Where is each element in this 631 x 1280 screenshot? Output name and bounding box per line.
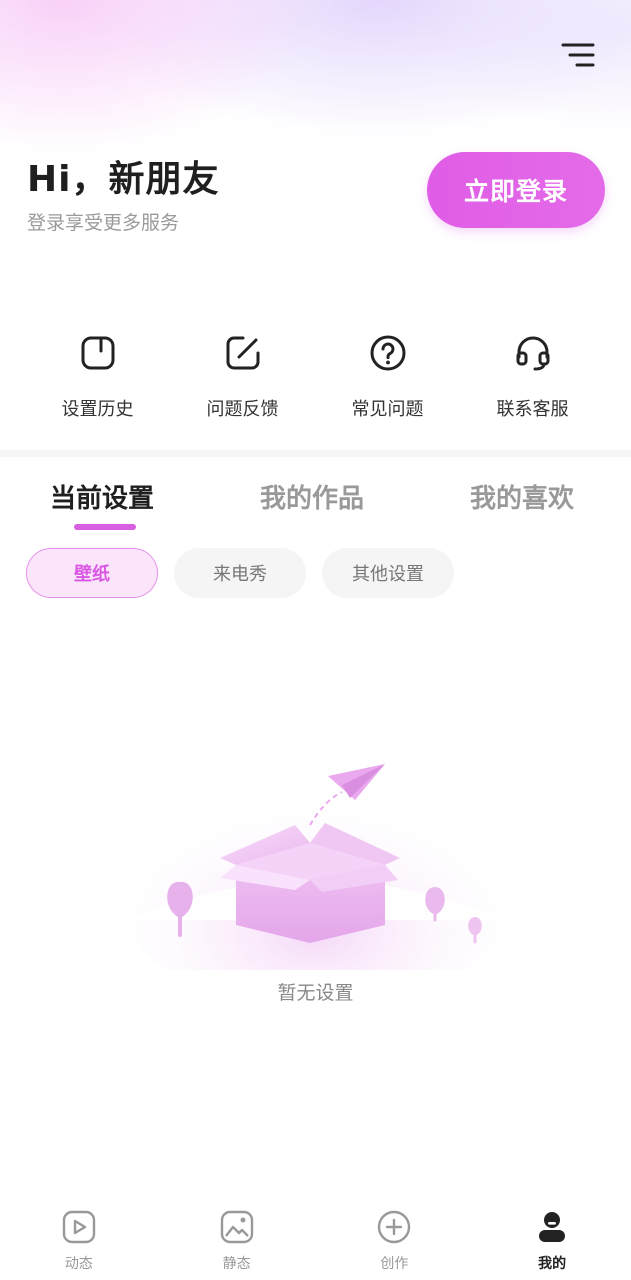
greeting-subtitle: 登录享受更多服务	[27, 212, 180, 234]
chip-call-show[interactable]: 来电秀	[174, 548, 306, 598]
tab-my-works[interactable]: 我的作品	[260, 478, 364, 515]
question-icon	[368, 333, 408, 377]
active-tab-indicator	[74, 524, 136, 530]
nav-label: 创作	[380, 1256, 409, 1272]
filter-chips: 壁纸 来电秀 其他设置	[26, 548, 454, 598]
chip-wallpaper[interactable]: 壁纸	[26, 548, 158, 598]
content-tabs: 当前设置 我的作品 我的喜欢	[0, 478, 631, 538]
headset-icon	[513, 333, 553, 377]
nav-label: 动态	[64, 1256, 93, 1272]
nav-item-dynamic[interactable]: 动态	[0, 1195, 158, 1280]
history-icon	[78, 333, 118, 377]
empty-box-illustration	[110, 730, 520, 1010]
profile-icon	[534, 1209, 570, 1249]
video-icon	[61, 1209, 97, 1249]
quick-action-faq[interactable]: 常见问题	[315, 333, 460, 421]
nav-label: 我的	[538, 1256, 567, 1272]
tab-current-settings[interactable]: 当前设置	[50, 478, 154, 515]
nav-label: 静态	[222, 1256, 251, 1272]
bottom-nav: 动态 静态 创作 我的	[0, 1195, 631, 1280]
tab-my-likes[interactable]: 我的喜欢	[470, 478, 574, 515]
nav-item-static[interactable]: 静态	[158, 1195, 316, 1280]
edit-feedback-icon	[223, 333, 263, 377]
section-divider	[0, 450, 631, 457]
quick-action-label: 常见问题	[351, 399, 424, 420]
quick-action-support[interactable]: 联系客服	[460, 333, 605, 421]
quick-actions: 设置历史 问题反馈 常见问题 联系客服	[25, 333, 605, 421]
quick-action-label: 设置历史	[61, 399, 134, 420]
quick-action-history[interactable]: 设置历史	[25, 333, 170, 421]
login-button[interactable]: 立即登录	[427, 152, 605, 228]
nav-item-create[interactable]: 创作	[316, 1195, 474, 1280]
chip-other-settings[interactable]: 其他设置	[322, 548, 454, 598]
image-icon	[219, 1209, 255, 1249]
quick-action-feedback[interactable]: 问题反馈	[170, 333, 315, 421]
plus-circle-icon	[376, 1209, 412, 1249]
nav-item-mine[interactable]: 我的	[473, 1195, 631, 1280]
quick-action-label: 联系客服	[496, 399, 569, 420]
empty-state-text: 暂无设置	[277, 982, 354, 1004]
greeting-title: Hi，新朋友	[27, 159, 220, 200]
quick-action-label: 问题反馈	[206, 399, 279, 420]
menu-icon[interactable]	[560, 40, 596, 70]
